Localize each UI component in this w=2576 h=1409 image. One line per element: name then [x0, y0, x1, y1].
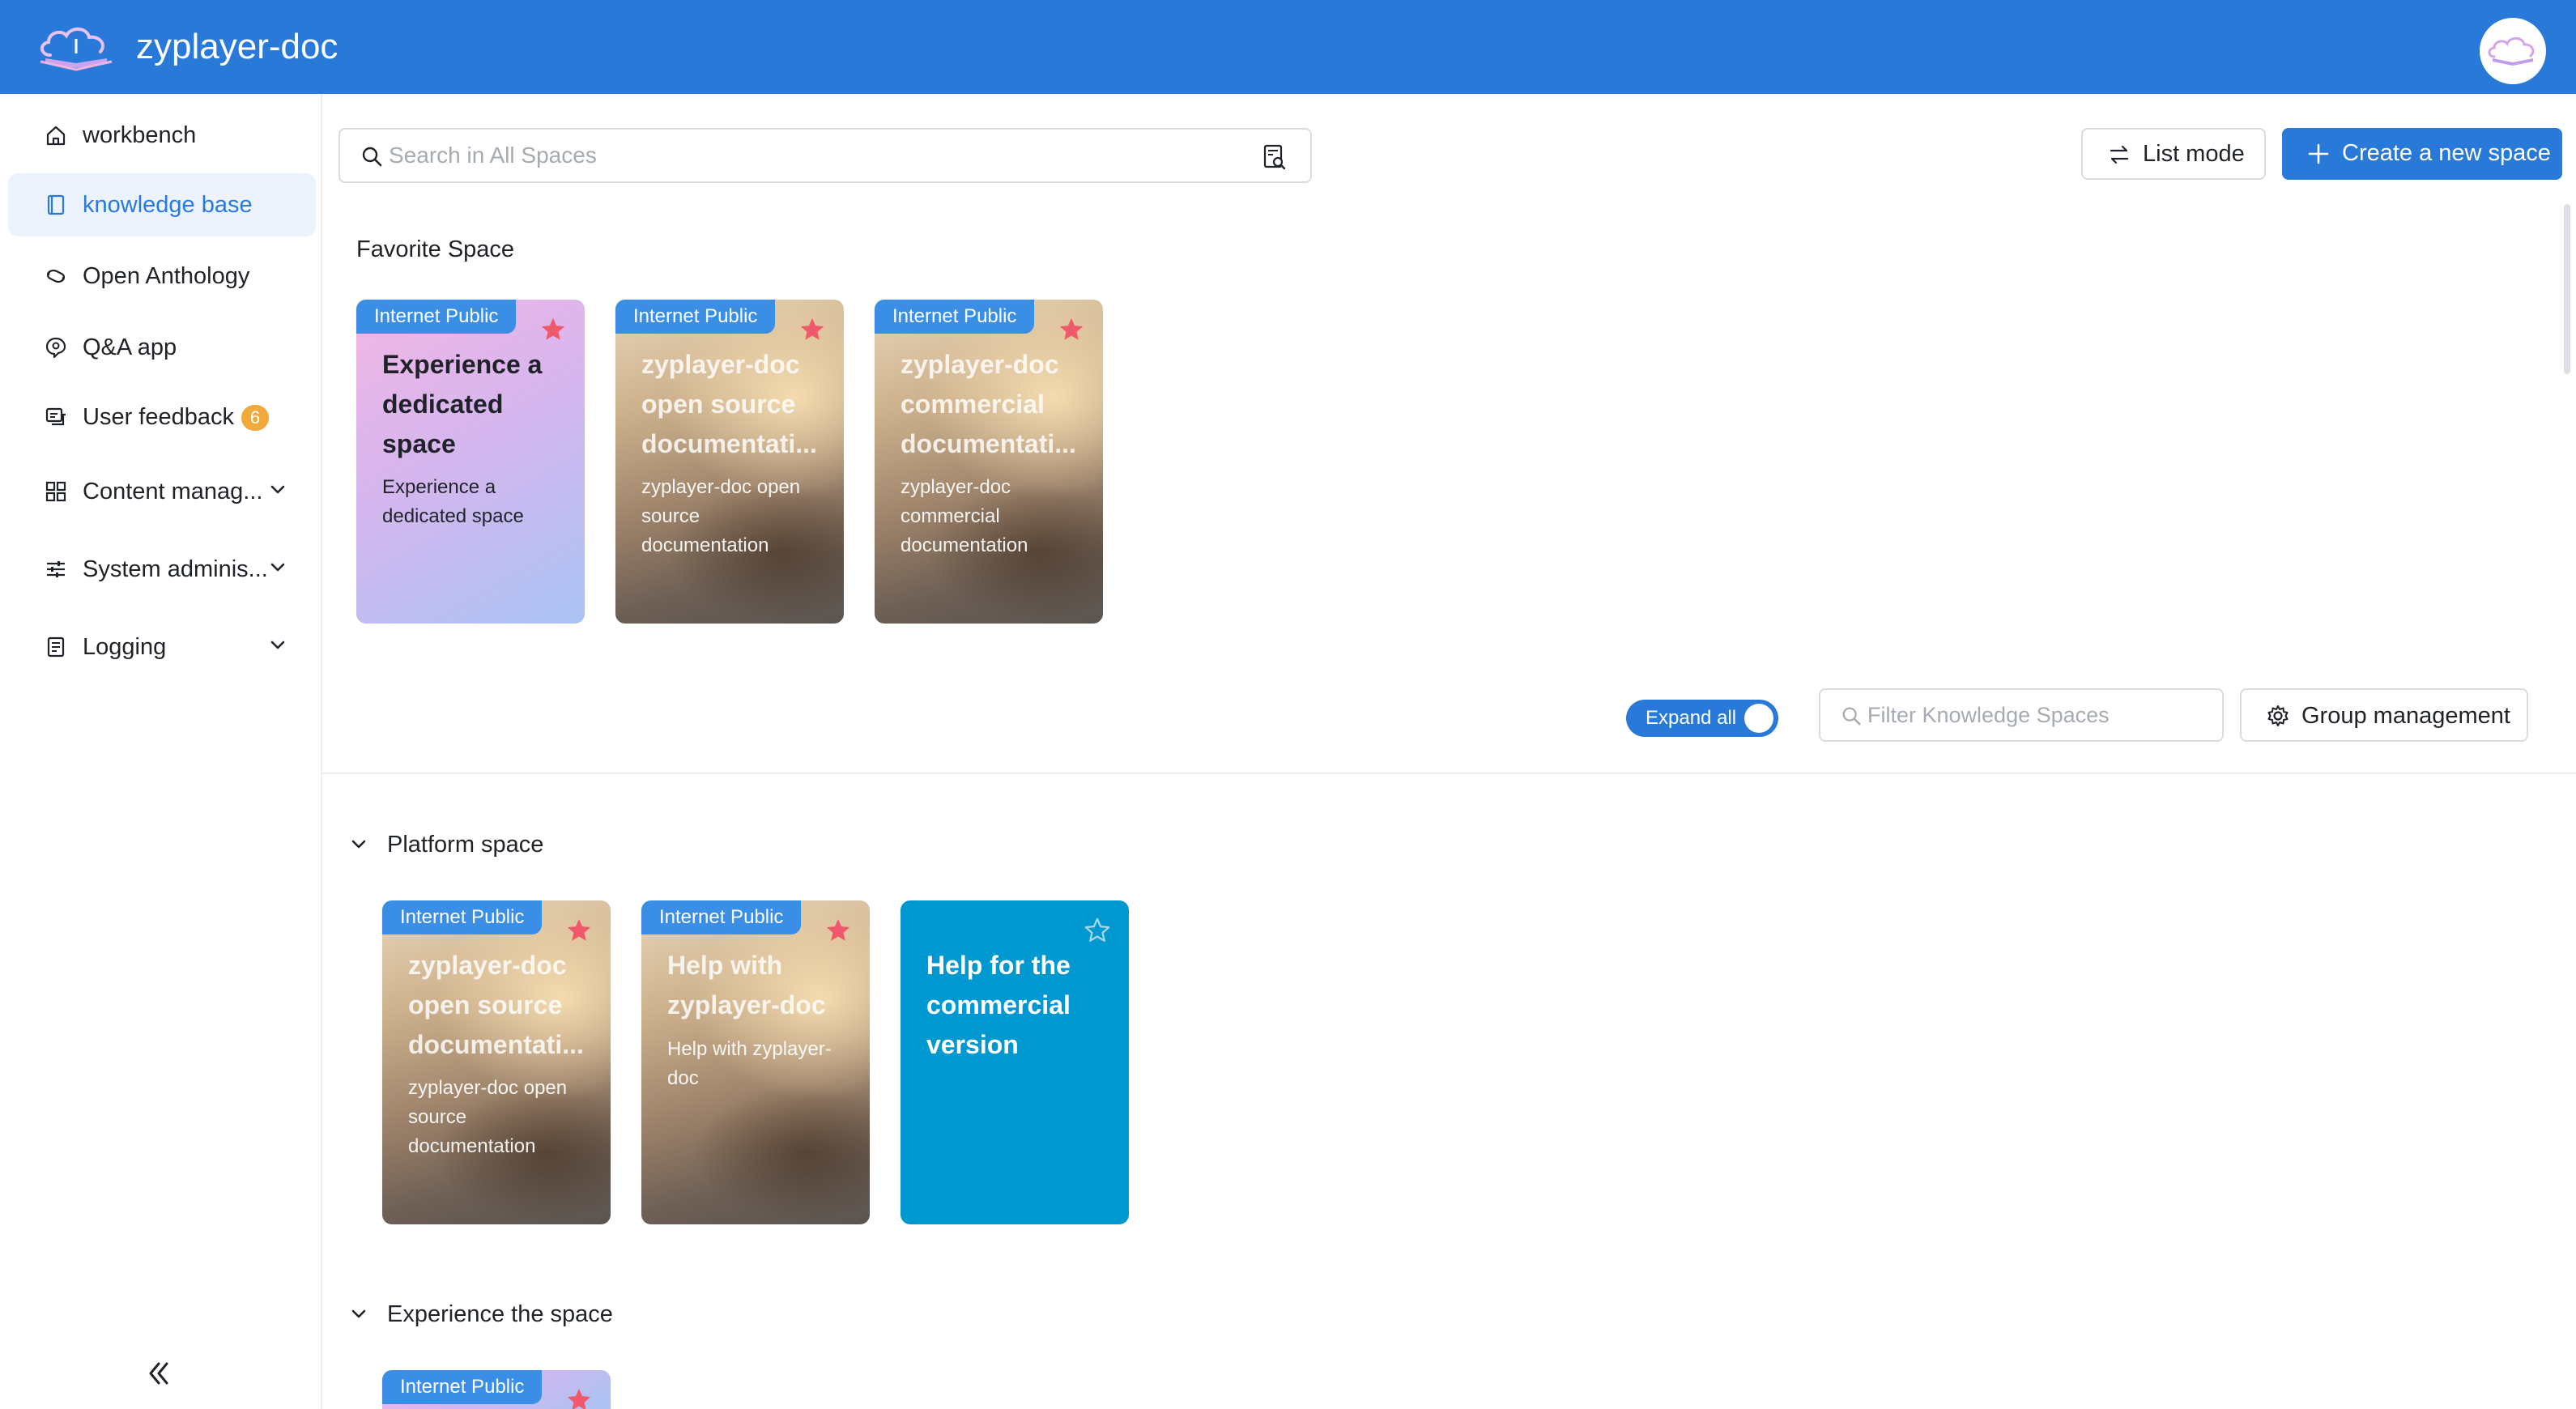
- scrollbar[interactable]: [2564, 204, 2570, 374]
- space-card[interactable]: Internet Public zyplayer-doc commercial …: [875, 300, 1103, 624]
- cloud-book-logo-icon[interactable]: [34, 23, 118, 73]
- sidebar-item-knowledge-base[interactable]: knowledge base: [8, 173, 316, 236]
- visibility-tag: Internet Public: [875, 300, 1035, 334]
- favorite-space-title: Favorite Space: [356, 236, 515, 262]
- space-title: Help with zyplayer-doc: [667, 951, 826, 1020]
- space-card[interactable]: Internet Public zyplayer-doc open source…: [615, 300, 844, 624]
- star-outline-icon[interactable]: [1084, 917, 1111, 944]
- group-management-label: Group management: [2301, 703, 2510, 729]
- space-description: Help with zyplayer-doc: [667, 1038, 832, 1089]
- create-space-label: Create a new space: [2342, 140, 2551, 166]
- chevron-down-icon: [270, 563, 285, 572]
- sidebar-item-label: Q&A app: [83, 334, 177, 360]
- grid-icon: [45, 481, 66, 502]
- filter-knowledge-spaces[interactable]: [1819, 688, 2224, 742]
- visibility-tag: Internet Public: [356, 300, 517, 334]
- visibility-tag: Internet Public: [382, 900, 543, 934]
- chevron-down-icon[interactable]: [347, 832, 371, 857]
- sidebar-item-label: System adminis...: [83, 556, 268, 582]
- space-description: zyplayer-doc open source documentation: [641, 476, 801, 556]
- expand-all-label: Expand all: [1646, 707, 1737, 729]
- search-input[interactable]: [389, 138, 1215, 173]
- list-mode-label: List mode: [2143, 141, 2245, 167]
- home-icon: [46, 126, 66, 146]
- top-bar: zyplayer-doc: [0, 0, 2576, 94]
- star-filled-icon[interactable]: [539, 316, 567, 343]
- group-management-button[interactable]: Group management: [2240, 688, 2528, 742]
- sidebar-item-label: Logging: [83, 634, 167, 660]
- search-icon: [362, 147, 382, 167]
- chevron-down-icon: [270, 485, 285, 494]
- group-title-experience-the-space[interactable]: Experience the space: [387, 1300, 613, 1329]
- sidebar-item-label: Content manag...: [83, 479, 263, 504]
- sliders-icon: [47, 561, 65, 577]
- sidebar-item-qa-app[interactable]: Q&A app: [8, 316, 316, 379]
- sidebar-item-system-administration[interactable]: System adminis...: [8, 538, 316, 601]
- star-filled-icon[interactable]: [798, 316, 826, 343]
- chevron-down-icon[interactable]: [347, 1302, 371, 1326]
- gear-icon: [2267, 705, 2289, 726]
- app-title: zyplayer-doc: [136, 27, 338, 66]
- user-avatar[interactable]: [2480, 18, 2546, 84]
- section-divider: [322, 773, 2576, 774]
- sidebar-item-workbench[interactable]: workbench: [8, 104, 316, 167]
- space-description: Experience a dedicated space: [382, 476, 524, 527]
- space-title: zyplayer-doc open source documentati...: [408, 951, 584, 1059]
- sidebar-item-label: knowledge base: [83, 192, 253, 218]
- search-icon: [1842, 707, 1861, 726]
- visibility-tag: Internet Public: [382, 1370, 543, 1404]
- star-filled-icon[interactable]: [1058, 316, 1085, 343]
- book-icon: [47, 194, 65, 215]
- expand-all-toggle[interactable]: Expand all: [1626, 700, 1778, 737]
- feedback-icon: [45, 407, 66, 426]
- filter-input[interactable]: [1867, 698, 2208, 732]
- visibility-tag: Internet Public: [615, 300, 776, 334]
- space-title: zyplayer-doc open source documentati...: [641, 350, 817, 458]
- chevron-down-icon: [270, 641, 285, 649]
- group-title-platform-space[interactable]: Platform space: [387, 830, 543, 859]
- star-filled-icon[interactable]: [565, 1386, 593, 1409]
- swap-icon: [2110, 145, 2129, 164]
- link-icon: [46, 269, 66, 283]
- space-description: zyplayer-doc commercial documentation: [901, 476, 1028, 556]
- sidebar-item-label: User feedback: [83, 404, 234, 430]
- toggle-knob: [1744, 704, 1773, 733]
- document-search-icon[interactable]: [1260, 143, 1289, 172]
- space-title: Experience a dedicated space: [382, 350, 543, 458]
- sidebar-item-content-management[interactable]: Content manag...: [8, 460, 316, 523]
- space-card[interactable]: Internet Public: [382, 1370, 611, 1409]
- feedback-count-badge: 6: [241, 405, 269, 431]
- sidebar-item-label: Open Anthology: [83, 263, 250, 289]
- list-mode-button[interactable]: List mode: [2081, 128, 2266, 180]
- double-chevron-left-icon[interactable]: [143, 1357, 175, 1390]
- space-card[interactable]: Internet Public Experience a dedicated s…: [356, 300, 585, 624]
- chat-bot-icon: [45, 337, 66, 359]
- star-filled-icon[interactable]: [565, 917, 593, 944]
- plus-icon: [2308, 143, 2329, 164]
- space-card[interactable]: Internet Public Help with zyplayer-doc H…: [641, 900, 870, 1224]
- avatar-logo-icon: [2488, 36, 2535, 66]
- space-card[interactable]: Help for the commercial version: [901, 900, 1129, 1224]
- sidebar-item-open-anthology[interactable]: Open Anthology: [8, 245, 316, 308]
- space-description: zyplayer-doc open source documentation: [408, 1077, 568, 1157]
- sidebar-item-label: workbench: [83, 122, 197, 148]
- log-icon: [47, 636, 65, 658]
- visibility-tag: Internet Public: [641, 900, 802, 934]
- search-all-spaces[interactable]: [338, 128, 1312, 183]
- space-card[interactable]: Internet Public zyplayer-doc open source…: [382, 900, 611, 1224]
- star-filled-icon[interactable]: [824, 917, 852, 944]
- sidebar-item-user-feedback[interactable]: User feedback 6: [8, 385, 316, 449]
- sidebar-item-logging[interactable]: Logging: [8, 615, 316, 679]
- create-space-button[interactable]: Create a new space: [2282, 128, 2562, 180]
- space-title: Help for the commercial version: [926, 951, 1071, 1059]
- space-title: zyplayer-doc commercial documentati...: [901, 350, 1076, 458]
